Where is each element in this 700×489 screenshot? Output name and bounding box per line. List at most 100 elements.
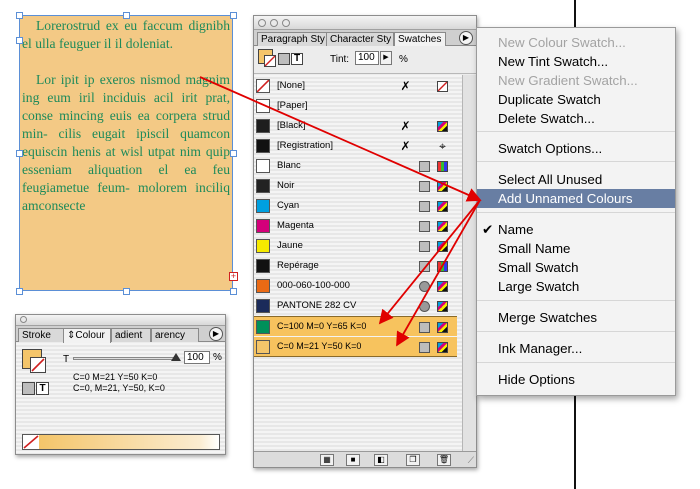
tint-unit: % <box>213 352 222 363</box>
text-frame-content[interactable]: Lorerostrud ex eu faccum dignibh el ulla… <box>22 17 230 290</box>
process-colour-icon <box>419 221 430 232</box>
swatch-row-000-060-100-000[interactable]: 000-060-100-000 <box>254 276 457 296</box>
swatch-list-scrollbar[interactable] <box>462 75 476 452</box>
show-colour-swatches-button[interactable]: ■ <box>346 454 360 466</box>
menu-separator <box>477 331 675 332</box>
delete-swatch-button[interactable]: 🗑 <box>437 454 451 466</box>
tint-slider-thumb[interactable] <box>171 353 181 361</box>
tint-slider[interactable] <box>73 357 178 360</box>
stroke-swatch[interactable] <box>264 55 276 67</box>
close-icon[interactable] <box>20 316 27 323</box>
swatch-row-pantone-282-cv[interactable]: PANTONE 282 CV <box>254 296 457 316</box>
apply-text-icon[interactable]: T <box>291 53 303 65</box>
frame-handle-middle-left[interactable] <box>16 150 23 157</box>
apply-container-icon[interactable] <box>278 53 290 65</box>
tab-paragraph-styles[interactable]: Paragraph Sty <box>257 32 327 46</box>
menu-item-small-name[interactable]: Small Name <box>477 239 675 258</box>
menu-item-large-swatch[interactable]: Large Swatch <box>477 277 675 296</box>
frame-handle-bottom-left[interactable] <box>16 288 23 295</box>
swatch-name: Jaune <box>277 240 303 251</box>
swatches-panel-menu: New Colour Swatch... New Tint Swatch... … <box>476 27 676 396</box>
apply-text-icon[interactable]: T <box>36 382 49 395</box>
show-gradient-swatches-button[interactable]: ◧ <box>374 454 388 466</box>
swatch-chip <box>256 199 270 213</box>
tint-input[interactable]: 100 <box>184 351 210 364</box>
tab-swatches[interactable]: Swatches <box>394 32 446 47</box>
overset-text-icon[interactable]: + <box>229 272 238 281</box>
menu-item-duplicate-swatch[interactable]: Duplicate Swatch <box>477 90 675 109</box>
swatch-row-cyan[interactable]: Cyan <box>254 196 457 216</box>
close-icon[interactable] <box>258 19 266 27</box>
frame-handle-top-center[interactable] <box>123 12 130 19</box>
swatch-chip <box>256 99 270 113</box>
swatch-row-blanc[interactable]: Blanc <box>254 156 457 176</box>
menu-item-add-unnamed-colours[interactable]: Add Unnamed Colours <box>477 189 675 208</box>
rgb-mode-icon <box>437 261 448 272</box>
show-all-swatches-button[interactable]: ▦ <box>320 454 334 466</box>
swatch-chip <box>256 279 270 293</box>
menu-item-select-all-unused[interactable]: Select All Unused <box>477 170 675 189</box>
menu-item-new-gradient-swatch[interactable]: New Gradient Swatch... <box>477 71 675 90</box>
text-in-port[interactable] <box>16 37 23 44</box>
menu-item-new-colour-swatch[interactable]: New Colour Swatch... <box>477 33 675 52</box>
text-frame[interactable]: Lorerostrud ex eu faccum dignibh el ulla… <box>19 15 233 291</box>
swatch-row-registration[interactable]: [Registration] ✗ ⌖ <box>254 136 457 156</box>
menu-item-hide-options[interactable]: Hide Options <box>477 370 675 389</box>
text-paragraph-2: Lor ipit ip exeros nismod magnim ing eum… <box>22 72 230 213</box>
tab-gradient[interactable]: adient <box>111 328 151 342</box>
frame-handle-bottom-right[interactable] <box>230 288 237 295</box>
swatches-panel-titlebar[interactable] <box>254 16 476 30</box>
apply-container-icon[interactable] <box>22 382 35 395</box>
colour-panel-menu-button[interactable]: ▶ <box>209 327 223 341</box>
frame-handle-bottom-center[interactable] <box>123 288 130 295</box>
swatch-row-reperage[interactable]: Repérage <box>254 256 457 276</box>
tint-stepper[interactable]: ▶ <box>380 51 392 65</box>
tab-colour[interactable]: ⇕Colour <box>63 328 111 343</box>
menu-item-new-tint-swatch[interactable]: New Tint Swatch... <box>477 52 675 71</box>
colour-ramp[interactable] <box>22 434 220 450</box>
stroke-swatch[interactable] <box>30 357 46 373</box>
swatch-row-c100-m0-y65-k0[interactable]: C=100 M=0 Y=65 K=0 <box>254 316 457 336</box>
swatch-list: [None] ✗ [Paper] [Black] ✗ [Registration… <box>254 75 462 452</box>
swatch-chip <box>256 159 270 173</box>
menu-item-swatch-options[interactable]: Swatch Options... <box>477 139 675 158</box>
cmyk-mode-icon <box>437 241 448 252</box>
tab-character-styles[interactable]: Character Sty <box>326 32 394 46</box>
menu-item-small-swatch[interactable]: Small Swatch <box>477 258 675 277</box>
swatch-row-black[interactable]: [Black] ✗ <box>254 116 457 136</box>
swatch-row-magenta[interactable]: Magenta <box>254 216 457 236</box>
minimize-icon[interactable] <box>270 19 278 27</box>
menu-item-merge-swatches[interactable]: Merge Swatches <box>477 308 675 327</box>
swatch-row-jaune[interactable]: Jaune <box>254 236 457 256</box>
new-swatch-button[interactable]: ❐ <box>406 454 420 466</box>
frame-handle-middle-right[interactable] <box>230 150 237 157</box>
colour-panel-titlebar[interactable] <box>16 315 225 326</box>
frame-handle-top-left[interactable] <box>16 12 23 19</box>
triangle-right-icon: ▶ <box>383 54 389 61</box>
resize-grip-icon[interactable]: ⟋ <box>468 455 474 466</box>
menu-item-name-label: Name <box>498 222 534 237</box>
swatch-row-paper[interactable]: [Paper] <box>254 96 457 116</box>
swatch-row-c0-m21-y50-k0[interactable]: C=0 M=21 Y=50 K=0 <box>254 337 457 357</box>
tab-transparency[interactable]: arency <box>151 328 199 342</box>
frame-handle-top-right[interactable] <box>230 12 237 19</box>
swatch-name: [None] <box>277 80 305 91</box>
tint-input[interactable]: 100 <box>355 51 379 65</box>
menu-item-ink-manager[interactable]: Ink Manager... <box>477 339 675 358</box>
trash-icon: 🗑 <box>438 455 450 464</box>
swatch-chip <box>256 119 270 133</box>
none-swatch-icon[interactable] <box>23 435 39 449</box>
swatch-name: Cyan <box>277 200 300 211</box>
tab-stroke[interactable]: Stroke <box>18 328 64 342</box>
menu-item-name[interactable]: ✔ Name <box>477 220 675 239</box>
menu-item-delete-swatch[interactable]: Delete Swatch... <box>477 109 675 128</box>
non-editable-icon: ✗ <box>400 79 411 93</box>
swatches-panel-menu-button[interactable]: ▶ <box>459 31 473 45</box>
swatch-row-none[interactable]: [None] ✗ <box>254 76 457 96</box>
colour-values-detail: C=0, M=21, Y=50, K=0 <box>73 383 165 393</box>
cmyk-mode-icon <box>437 121 448 132</box>
tint-label: T <box>63 354 70 365</box>
swatch-row-noir[interactable]: Noir <box>254 176 457 196</box>
zoom-icon[interactable] <box>282 19 290 27</box>
non-editable-icon: ✗ <box>400 139 411 153</box>
